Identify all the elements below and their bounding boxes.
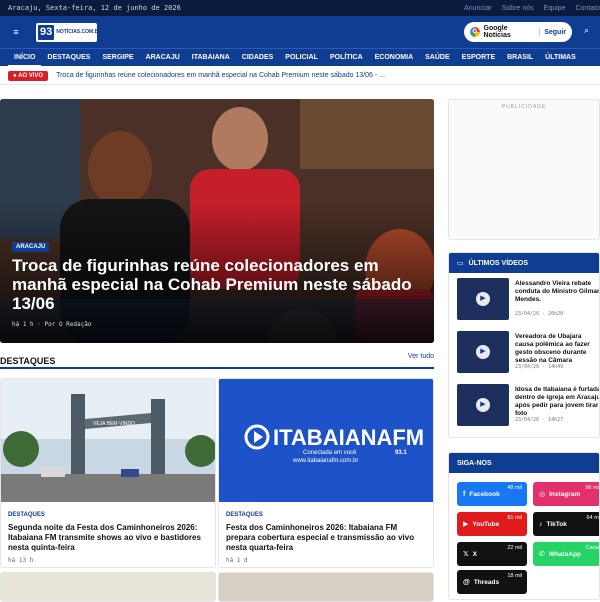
site-header: ≡ 93 NOTÍCIAS.COM.BR G Google Notícias |… <box>0 16 600 48</box>
hero-meta: há 1 h · Por O Redação <box>12 321 92 328</box>
article-title[interactable]: Festa dos Caminhoneiros 2026: Itabaiana … <box>226 523 428 553</box>
article-card[interactable] <box>218 572 434 602</box>
instagram-button[interactable]: ◎ Instagram 96 mil <box>533 482 599 506</box>
hero-article[interactable]: ARACAJU Troca de figurinhas reúne coleci… <box>0 99 434 343</box>
article-thumbnail: VEJA BEM-VINDO <box>1 379 215 502</box>
article-time: há 13 h <box>8 557 34 564</box>
site-logo[interactable]: 93 NOTÍCIAS.COM.BR <box>36 22 102 42</box>
videos-title: ÚLTIMOS VÍDEOS <box>468 259 528 267</box>
threads-button[interactable]: @ Threads 18 mil <box>457 570 527 594</box>
tiktok-button[interactable]: ♪ TikTok 64 mi <box>533 512 599 536</box>
video-title[interactable]: Idosa de Itabaiana é furtada dentro de i… <box>515 386 599 418</box>
hero-category-tag[interactable]: ARACAJU <box>12 242 50 252</box>
ad-label: PUBLICIDADE <box>501 104 547 110</box>
article-thumbnail: ITABAIANAFM 93.1 Conectada em você www.i… <box>219 379 433 502</box>
tiktok-icon: ♪ <box>539 520 543 528</box>
top-links: Anunciar Sobre nós Equipe Contato <box>464 0 600 16</box>
video-date: 23/04/26 · 14h27 <box>515 417 564 423</box>
play-icon: ▶ <box>476 345 490 359</box>
google-news-follow-button[interactable]: G Google Notícias | Seguir <box>464 22 572 42</box>
logo-text: NOTÍCIAS.COM.BR <box>56 29 102 35</box>
video-camera-icon: ▭ <box>457 260 464 267</box>
instagram-icon: ◎ <box>539 491 546 498</box>
top-link-sobre[interactable]: Sobre nós <box>502 5 534 12</box>
top-link-anunciar[interactable]: Anunciar <box>464 5 492 12</box>
video-title[interactable]: Alessandro Vieira rebate conduta do Mini… <box>515 280 599 304</box>
x-button[interactable]: 𝕏 X 22 mil <box>457 542 527 566</box>
nav-politica[interactable]: POLÍTICA <box>324 49 369 67</box>
video-title[interactable]: Vereadora de Ubajara causa polêmica ao f… <box>515 333 599 365</box>
social-widget: SIGA-NOS f Facebook 48 mil ◎ Instagram 9… <box>448 452 600 600</box>
destaques-header: DESTAQUES Ver tudo <box>0 351 434 369</box>
nav-cidades[interactable]: CIDADES <box>236 49 280 67</box>
nav-ultimas[interactable]: ÚLTIMAS <box>539 49 582 67</box>
nav-saude[interactable]: SAÚDE <box>419 49 456 67</box>
radio-brand: ITABAIANAFM <box>273 425 424 450</box>
video-item[interactable]: ▶ Vereadora de Ubajara causa polêmica ao… <box>449 331 599 376</box>
main-nav: INÍCIO DESTAQUES SERGIPE ARACAJU ITABAIA… <box>0 48 600 67</box>
social-header: SIGA-NOS <box>449 453 599 473</box>
google-icon: G <box>470 27 480 37</box>
section-title: DESTAQUES <box>0 356 56 366</box>
top-link-contato[interactable]: Contato <box>575 5 600 12</box>
article-category[interactable]: DESTAQUES <box>226 512 263 518</box>
whatsapp-button[interactable]: ✆ WhatsApp Canal <box>533 542 599 566</box>
top-link-equipe[interactable]: Equipe <box>544 5 566 12</box>
nav-destaques[interactable]: DESTAQUES <box>41 49 96 67</box>
social-title: SIGA-NOS <box>457 459 492 467</box>
youtube-icon: ▶ <box>463 521 469 528</box>
nav-economia[interactable]: ECONOMIA <box>369 49 420 67</box>
nav-inicio[interactable]: INÍCIO <box>8 49 42 67</box>
video-thumbnail[interactable]: ▶ <box>457 278 509 320</box>
nav-aracaju[interactable]: ARACAJU <box>140 49 186 67</box>
article-card[interactable] <box>0 572 216 602</box>
whatsapp-icon: ✆ <box>539 551 545 558</box>
ticker-headline[interactable]: Troca de figurinhas reúne colecionadores… <box>56 72 385 79</box>
current-date: Aracaju, Sexta-feira, 12 de junho de 202… <box>8 4 181 12</box>
article-time: há 1 d <box>226 557 248 564</box>
see-all-link[interactable]: Ver tudo <box>408 353 434 360</box>
arch-sign-text: VEJA BEM-VINDO <box>93 421 135 427</box>
play-icon: ▶ <box>476 398 490 412</box>
videos-header: ▭ ÚLTIMOS VÍDEOS <box>449 253 599 273</box>
video-thumbnail[interactable]: ▶ <box>457 384 509 426</box>
hero-title[interactable]: Troca de figurinhas reúne colecionadores… <box>12 256 412 313</box>
radio-slogan: Conectada em você <box>303 450 357 456</box>
logo-mark: 93 <box>38 24 55 40</box>
search-icon[interactable]: ⌕ <box>584 25 589 36</box>
follow-label: Seguir <box>544 28 566 36</box>
google-news-label: Google Notícias <box>483 25 511 39</box>
nav-policial[interactable]: POLICIAL <box>279 49 324 67</box>
youtube-button[interactable]: ▶ YouTube 81 mil <box>457 512 527 536</box>
top-bar: Aracaju, Sexta-feira, 12 de junho de 202… <box>0 0 600 16</box>
video-date: 23/04/26 · 20h20 <box>515 311 564 317</box>
facebook-button[interactable]: f Facebook 48 mil <box>457 482 527 506</box>
radio-site: www.itabaianafm.com.br <box>292 458 358 464</box>
radio-frequency: 93.1 <box>395 450 407 456</box>
video-item[interactable]: ▶ Idosa de Itabaiana é furtada dentro de… <box>449 384 599 429</box>
live-ticker: ● AO VIVO Troca de figurinhas reúne cole… <box>0 67 600 85</box>
video-thumbnail[interactable]: ▶ <box>457 331 509 373</box>
latest-videos-widget: ▭ ÚLTIMOS VÍDEOS ▶ Alessandro Vieira reb… <box>448 252 600 438</box>
threads-icon: @ <box>463 578 470 586</box>
live-badge: ● AO VIVO <box>8 70 49 81</box>
nav-sergipe[interactable]: SERGIPE <box>96 49 139 67</box>
article-category[interactable]: DESTAQUES <box>8 512 45 518</box>
x-icon: 𝕏 <box>463 551 469 558</box>
hamburger-icon[interactable]: ≡ <box>4 27 28 37</box>
video-date: 23/04/26 · 14h49 <box>515 364 564 370</box>
article-card[interactable]: ITABAIANAFM 93.1 Conectada em você www.i… <box>218 378 434 568</box>
nav-esporte[interactable]: ESPORTE <box>456 49 501 67</box>
article-title[interactable]: Segunda noite da Festa dos Caminhoneiros… <box>8 523 210 553</box>
nav-itabaiana[interactable]: ITABAIANA <box>186 49 236 67</box>
nav-brasil[interactable]: BRASIL <box>501 49 539 67</box>
article-card[interactable]: VEJA BEM-VINDO DESTAQUES Segunda noite d… <box>0 378 216 568</box>
play-icon: ▶ <box>476 292 490 306</box>
video-item[interactable]: ▶ Alessandro Vieira rebate conduta do Mi… <box>449 278 599 323</box>
facebook-icon: f <box>463 490 466 498</box>
ad-slot: PUBLICIDADE <box>448 99 600 240</box>
